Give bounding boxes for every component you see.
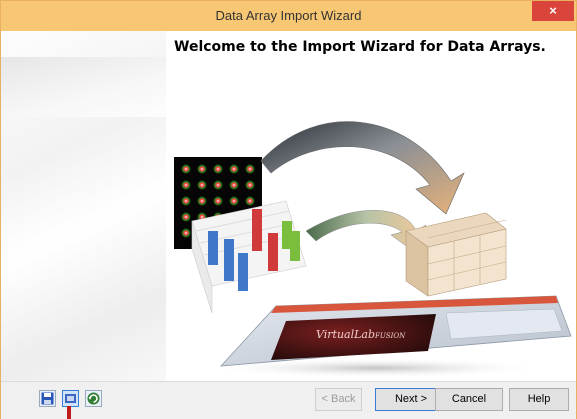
open-button[interactable] — [62, 390, 79, 407]
splash-brand-text: VirtualLab — [316, 328, 375, 341]
transfer-arrow-large — [260, 121, 465, 215]
close-button[interactable]: × — [532, 1, 574, 21]
page-title: Welcome to the Import Wizard for Data Ar… — [174, 39, 546, 55]
software-screenshot: VirtualLabFUSION — [206, 295, 572, 378]
button-bar: < Back Next > Cancel Help — [1, 381, 576, 419]
side-swoosh-decoration — [1, 57, 166, 117]
cursor-pointer-icon — [67, 406, 71, 419]
refresh-button[interactable] — [85, 390, 102, 407]
close-icon[interactable]: × — [549, 3, 557, 18]
side-panel — [1, 31, 166, 381]
data-array-grid — [405, 212, 507, 297]
window-title: Data Array Import Wizard — [215, 8, 362, 23]
bar-chart-image — [191, 200, 307, 314]
open-icon — [65, 394, 76, 403]
refresh-icon — [87, 392, 100, 405]
wizard-illustration: VirtualLabFUSION — [174, 121, 572, 378]
wizard-window: Data Array Import Wizard × Welcome to th… — [0, 0, 577, 419]
splash-brand-suffix: FUSION — [374, 332, 406, 340]
save-button[interactable] — [39, 390, 56, 407]
back-button[interactable]: < Back — [315, 388, 362, 411]
help-button[interactable]: Help — [509, 388, 569, 411]
save-icon — [41, 392, 54, 405]
title-bar: Data Array Import Wizard × — [1, 1, 576, 31]
wizard-content: Welcome to the Import Wizard for Data Ar… — [1, 31, 576, 381]
cancel-button[interactable]: Cancel — [435, 388, 503, 411]
